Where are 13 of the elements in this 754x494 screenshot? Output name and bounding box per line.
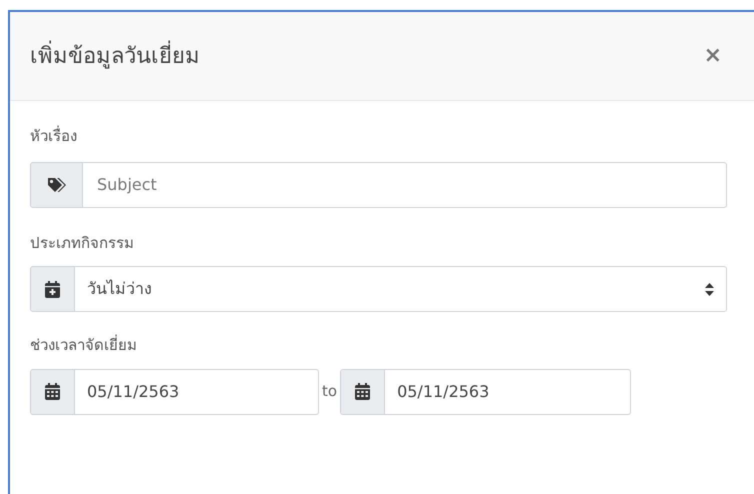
date-input[interactable]: 05/11/2563 — [385, 370, 630, 414]
calendar-icon — [355, 383, 370, 400]
range-separator: to — [321, 381, 338, 402]
field-label: ประเภทกิจกรรม — [30, 232, 135, 254]
field-label: หัวเรื่อง — [30, 125, 78, 147]
field-label: ช่วงเวลาจัดเยี่ยม — [30, 334, 138, 356]
calendar-icon — [45, 383, 60, 400]
date-input[interactable]: 05/11/2563 — [75, 370, 318, 414]
tags-icon — [46, 176, 66, 192]
date-field[interactable]: 05/11/2563 — [30, 368, 319, 414]
date-field[interactable]: 05/11/2563 — [340, 368, 632, 414]
close-button[interactable]: × — [704, 45, 722, 67]
modal-title: เพิ่มข้อมูลวันเยี่ยม — [30, 40, 704, 72]
